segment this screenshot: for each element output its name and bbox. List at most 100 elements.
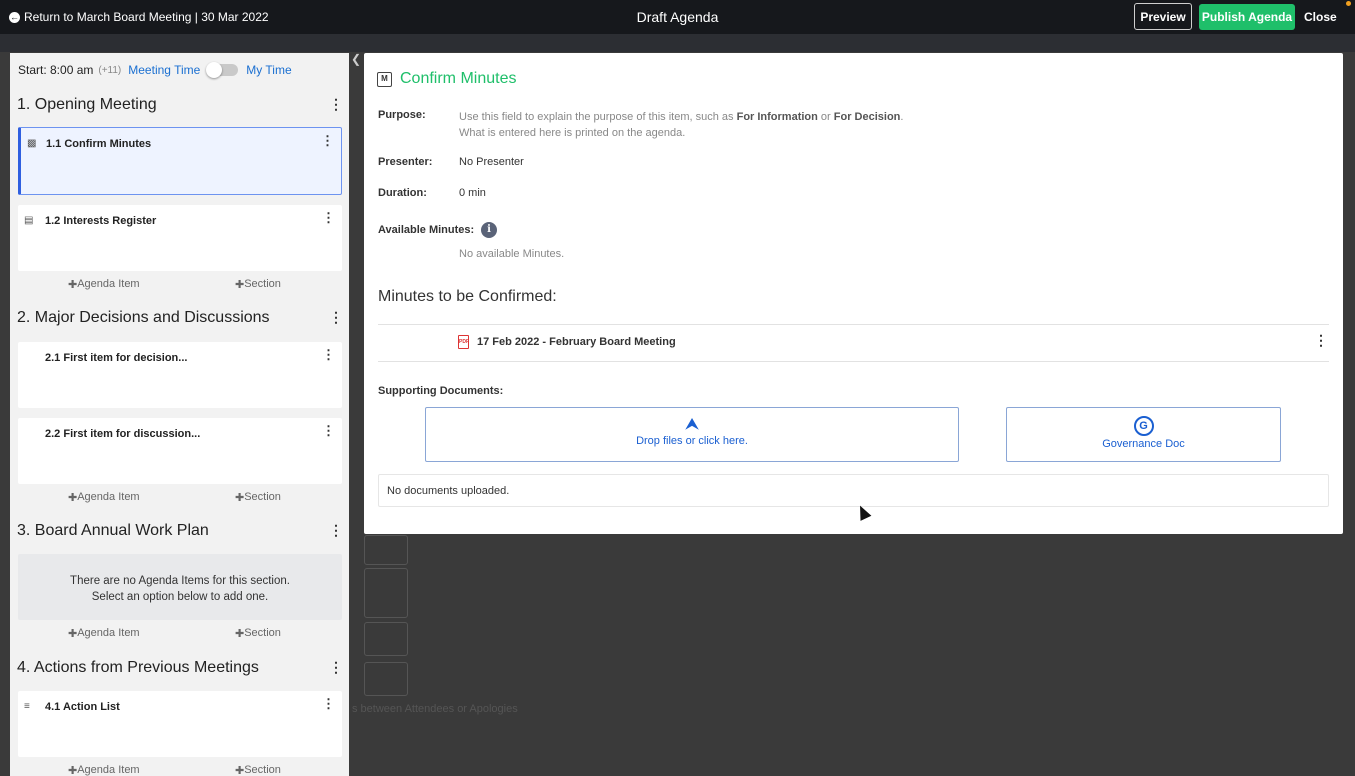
add-agenda-item-label: Agenda Item [77, 491, 140, 503]
empty-section-message: There are no Agenda Items for this secti… [18, 554, 342, 620]
file-drop-zone[interactable]: ⮝ Drop files or click here. [425, 407, 959, 462]
add-section-button[interactable]: ✚ Section [235, 491, 281, 504]
kebab-icon[interactable]: ⋮ [329, 97, 343, 111]
agenda-item-label: 1.1 Confirm Minutes [46, 138, 152, 150]
item-title: Confirm Minutes [400, 70, 517, 87]
kebab-icon[interactable]: ⋮ [322, 423, 335, 439]
agenda-item-card[interactable]: 2.1 First item for decision... ⋮ [18, 342, 342, 408]
background-field [364, 622, 408, 656]
purpose-label: Purpose: [378, 109, 426, 121]
drop-label: Drop files or click here. [636, 435, 748, 447]
divider [378, 324, 1329, 325]
background-strip [0, 34, 1355, 52]
background-field [364, 568, 408, 618]
minutes-document-link[interactable]: 17 Feb 2022 - February Board Meeting [477, 336, 676, 348]
preview-button[interactable]: Preview [1134, 3, 1192, 30]
kebab-icon[interactable]: ⋮ [322, 347, 335, 363]
governance-icon: G [1133, 416, 1154, 436]
add-agenda-item-button[interactable]: ✚ Agenda Item [68, 764, 140, 776]
notification-dot [1346, 1, 1351, 6]
minutes-icon: M [377, 72, 392, 87]
kebab-icon[interactable]: ⋮ [322, 210, 335, 226]
minutes-heading: Minutes to be Confirmed: [378, 288, 557, 305]
upload-icon: ⮝ [685, 416, 699, 433]
no-documents-message: No documents uploaded. [378, 474, 1329, 507]
agenda-item-card[interactable]: ≡ 4.1 Action List ⋮ [18, 691, 342, 757]
purpose-bold: For Decision [833, 111, 901, 123]
empty-line: Select an option below to add one. [91, 591, 269, 603]
duration-value[interactable]: 0 min [459, 187, 486, 199]
available-minutes-value: No available Minutes. [459, 248, 565, 260]
agenda-item-label: 4.1 Action List [45, 701, 120, 713]
governance-label: Governance Doc [1102, 438, 1185, 450]
agenda-item-card[interactable]: ▤ 1.2 Interests Register ⋮ [18, 205, 342, 271]
purpose-text: What is entered here is printed on the a… [459, 127, 686, 139]
add-agenda-item-label: Agenda Item [77, 278, 140, 290]
top-bar: ← Return to March Board Meeting | 30 Mar… [0, 0, 1355, 34]
background-field [364, 662, 408, 696]
duration-label: Duration: [378, 187, 427, 199]
pdf-icon: PDF [458, 335, 469, 349]
time-toggle[interactable] [206, 62, 239, 78]
empty-line: There are no Agenda Items for this secti… [70, 575, 290, 587]
agenda-item-label: 2.1 First item for decision... [45, 352, 188, 364]
add-section-label: Section [244, 491, 281, 503]
my-time-label[interactable]: My Time [246, 63, 291, 77]
add-agenda-item-label: Agenda Item [77, 764, 140, 776]
kebab-icon[interactable]: ⋮ [329, 523, 343, 537]
add-agenda-item-button[interactable]: ✚ Agenda Item [68, 491, 140, 504]
section-title[interactable]: 2. Major Decisions and Discussions [17, 309, 270, 327]
background-hint: s between Attendees or Apologies [352, 703, 518, 715]
purpose-text: . [900, 111, 904, 123]
close-button[interactable]: Close [1304, 10, 1337, 24]
chevron-left-icon[interactable]: ❮ [351, 52, 361, 66]
purpose-bold: For Information [736, 111, 818, 123]
minutes-icon: ▩ [27, 138, 37, 149]
kebab-icon[interactable]: ⋮ [321, 133, 334, 149]
item-detail-panel: M Confirm Minutes Purpose: Use this fiel… [364, 53, 1343, 534]
kebab-icon[interactable]: ⋮ [329, 310, 343, 324]
agenda-item-card[interactable]: ▩ 1.1 Confirm Minutes ⋮ [18, 127, 342, 195]
background-field [364, 535, 408, 565]
return-label: Return to March Board Meeting | 30 Mar 2… [24, 10, 269, 24]
agenda-item-label: 2.2 First item for discussion... [45, 428, 201, 440]
governance-doc-button[interactable]: G Governance Doc [1006, 407, 1281, 462]
add-agenda-item-button[interactable]: ✚ Agenda Item [68, 627, 140, 640]
add-section-button[interactable]: ✚ Section [235, 627, 281, 640]
add-section-label: Section [244, 627, 281, 639]
presenter-label: Presenter: [378, 156, 433, 168]
available-minutes-label: Available Minutes: [378, 224, 475, 236]
agenda-item-card[interactable]: 2.2 First item for discussion... ⋮ [18, 418, 342, 484]
section-title[interactable]: 4. Actions from Previous Meetings [17, 659, 259, 677]
add-section-label: Section [244, 278, 281, 290]
meeting-time-label[interactable]: Meeting Time [128, 63, 200, 77]
register-icon: ▤ [24, 215, 34, 226]
divider [378, 361, 1329, 362]
add-agenda-item-button[interactable]: ✚ Agenda Item [68, 278, 140, 291]
add-agenda-item-label: Agenda Item [77, 627, 140, 639]
purpose-field[interactable]: Use this field to explain the purpose of… [459, 109, 903, 141]
kebab-icon[interactable]: ⋮ [329, 660, 343, 674]
agenda-sidebar: Start: 8:00 am (+11) Meeting Time My Tim… [10, 53, 349, 776]
start-time: Start: 8:00 am [18, 63, 94, 77]
time-bar: Start: 8:00 am (+11) Meeting Time My Tim… [18, 62, 292, 78]
action-list-icon: ≡ [24, 701, 30, 712]
presenter-value[interactable]: No Presenter [459, 156, 524, 168]
section-title[interactable]: 1. Opening Meeting [17, 96, 157, 114]
add-section-button[interactable]: ✚ Section [235, 278, 281, 291]
add-section-button[interactable]: ✚ Section [235, 764, 281, 776]
purpose-text: Use this field to explain the purpose of… [459, 111, 737, 123]
return-link[interactable]: ← Return to March Board Meeting | 30 Mar… [9, 10, 269, 24]
add-section-label: Section [244, 764, 281, 776]
publish-agenda-button[interactable]: Publish Agenda [1199, 4, 1295, 30]
kebab-icon[interactable]: ⋮ [1314, 332, 1328, 349]
agenda-item-label: 1.2 Interests Register [45, 215, 157, 227]
time-offset: (+11) [98, 64, 122, 76]
supporting-documents-label: Supporting Documents: [378, 385, 504, 397]
back-arrow-icon: ← [9, 11, 20, 23]
purpose-text: or [817, 111, 834, 123]
toggle-knob [206, 62, 223, 78]
kebab-icon[interactable]: ⋮ [322, 696, 335, 712]
info-icon[interactable]: i [481, 222, 497, 238]
section-title[interactable]: 3. Board Annual Work Plan [17, 522, 209, 540]
